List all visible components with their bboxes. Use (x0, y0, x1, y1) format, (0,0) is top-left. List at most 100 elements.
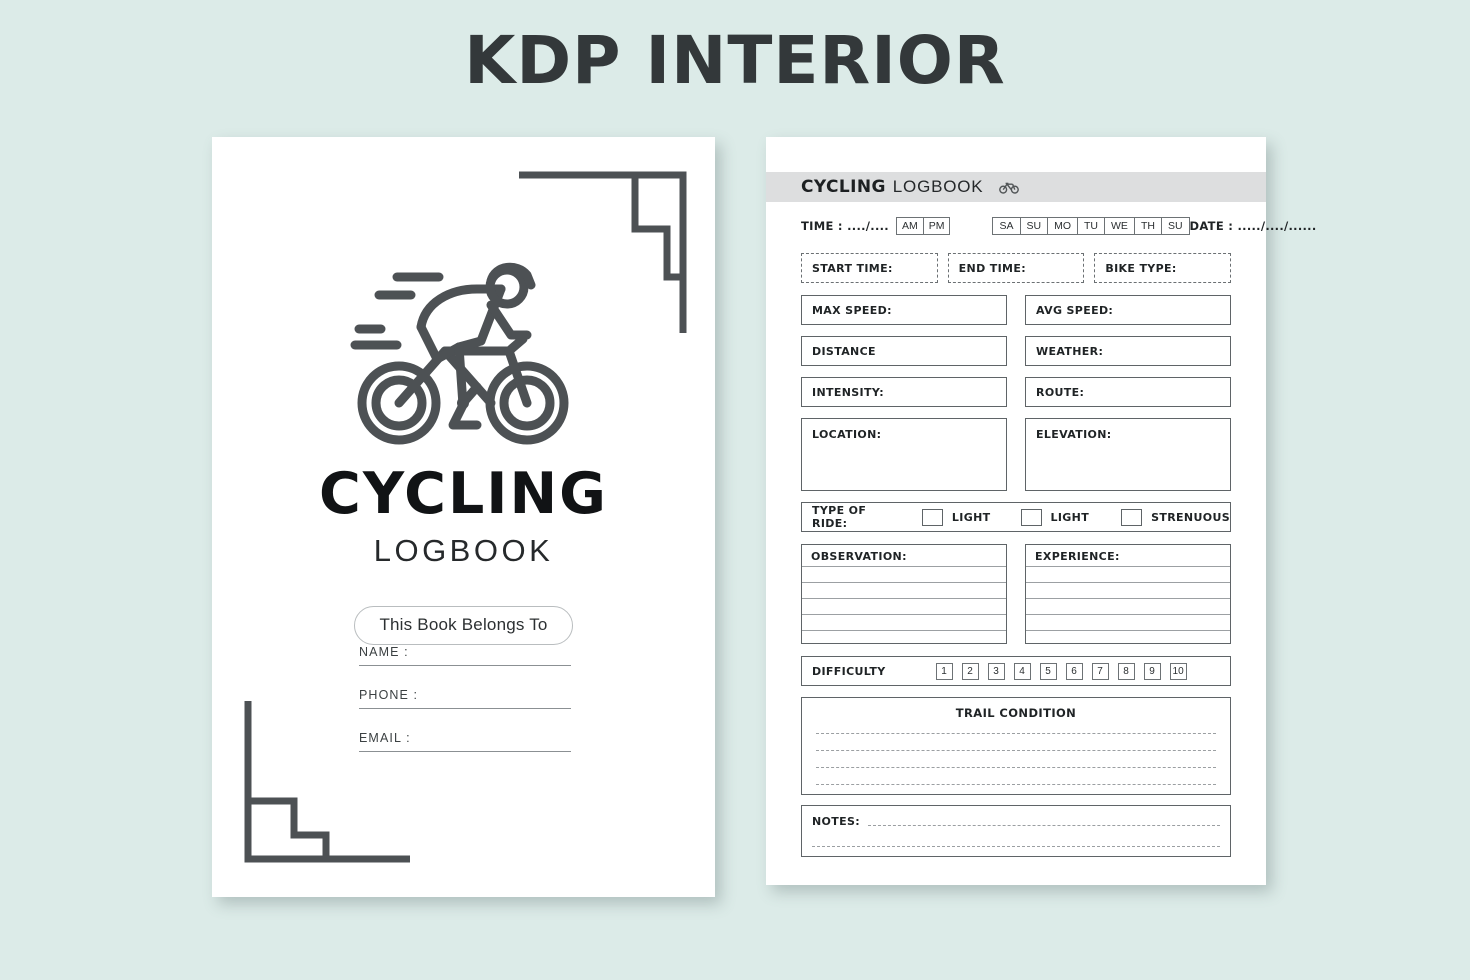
owner-field-name[interactable]: NAME : (359, 645, 571, 666)
field-label: MAX SPEED: (812, 303, 892, 317)
field-route[interactable]: ROUTE: (1025, 377, 1231, 407)
page-title: KDP INTERIOR (464, 22, 1006, 99)
field-label: START TIME: (812, 261, 893, 275)
banner: KDP INTERIOR (0, 0, 1470, 99)
ampm-group: AM PM (895, 216, 951, 236)
field-label: LOCATION: (812, 428, 882, 441)
dashed-write-line (812, 846, 1220, 847)
timeline-row: TIME : ..../.... AM PM SA SU MO TU WE TH… (801, 215, 1316, 237)
field-location[interactable]: LOCATION: (801, 418, 1007, 491)
field-label: AVG SPEED: (1036, 303, 1114, 317)
field-avg-speed[interactable]: AVG SPEED: (1025, 295, 1231, 325)
rule-line (802, 630, 1006, 631)
field-label: BIKE TYPE: (1105, 261, 1177, 275)
type-of-ride-option-2[interactable]: LIGHT (1020, 508, 1090, 526)
interior-header-title-light: LOGBOOK (892, 177, 984, 196)
field-bike-type[interactable]: BIKE TYPE: (1094, 253, 1232, 283)
field-distance[interactable]: DISTANCE (801, 336, 1007, 366)
difficulty-box-8[interactable]: 8 (1117, 662, 1135, 680)
type-of-ride-option-3[interactable]: STRENUOUS (1121, 508, 1230, 526)
rule-line (1026, 614, 1230, 615)
cover-title: CYCLING (319, 461, 608, 527)
checkbox-icon[interactable] (921, 508, 943, 526)
day-box-su2[interactable]: SU (1161, 216, 1190, 236)
difficulty-row: DIFFICULTY 1 2 3 4 5 6 7 8 9 10 (801, 656, 1231, 686)
difficulty-box-5[interactable]: 5 (1039, 662, 1057, 680)
owner-fields: NAME : PHONE : EMAIL : (359, 645, 571, 774)
owner-field-label: PHONE : (359, 688, 419, 702)
option-label: STRENUOUS (1151, 510, 1230, 524)
difficulty-label: DIFFICULTY (812, 664, 886, 678)
interior-body: TIME : ..../.... AM PM SA SU MO TU WE TH… (801, 215, 1316, 857)
difficulty-box-6[interactable]: 6 (1065, 662, 1083, 680)
difficulty-box-4[interactable]: 4 (1013, 662, 1031, 680)
cover-page: CYCLING LOGBOOK This Book Belongs To NAM… (212, 137, 715, 897)
rule-line (802, 598, 1006, 599)
difficulty-box-3[interactable]: 3 (987, 662, 1005, 680)
rule-line (802, 566, 1006, 567)
dashed-fields-row: START TIME: END TIME: BIKE TYPE: (801, 253, 1232, 283)
type-of-ride-option-1[interactable]: LIGHT (921, 508, 991, 526)
field-start-time[interactable]: START TIME: (801, 253, 938, 283)
checkbox-icon[interactable] (1020, 508, 1042, 526)
dashed-write-line (816, 733, 1216, 734)
field-row-intensity: INTENSITY: ROUTE: (801, 377, 1231, 407)
field-elevation[interactable]: ELEVATION: (1025, 418, 1231, 491)
day-box-su[interactable]: SU (1020, 216, 1049, 236)
owner-field-phone[interactable]: PHONE : (359, 688, 571, 709)
field-label: DISTANCE (812, 344, 876, 358)
day-box-th[interactable]: TH (1134, 216, 1162, 236)
cover-text-block: CYCLING LOGBOOK This Book Belongs To (212, 461, 715, 645)
difficulty-box-1[interactable]: 1 (935, 662, 953, 680)
trail-condition-box[interactable]: TRAIL CONDITION (801, 697, 1231, 795)
belongs-to-pill: This Book Belongs To (354, 605, 573, 645)
time-label: TIME : ..../.... (801, 219, 889, 233)
field-row-location: LOCATION: ELEVATION: (801, 418, 1231, 491)
field-weather[interactable]: WEATHER: (1025, 336, 1231, 366)
field-label: WEATHER: (1036, 344, 1104, 358)
field-intensity[interactable]: INTENSITY: (801, 377, 1007, 407)
ruled-fields-row: OBSERVATION: EXPERIENCE: (801, 544, 1231, 644)
date-label: DATE : ...../..../...... (1189, 219, 1317, 233)
rule-line (1026, 598, 1230, 599)
dashed-write-line (816, 767, 1216, 768)
field-label: ROUTE: (1036, 385, 1085, 399)
bicycle-icon (999, 180, 1020, 194)
owner-field-label: NAME : (359, 645, 409, 659)
notes-label: NOTES: (812, 815, 860, 828)
option-label: LIGHT (1050, 510, 1090, 524)
field-label: ELEVATION: (1036, 428, 1112, 441)
field-max-speed[interactable]: MAX SPEED: (801, 295, 1007, 325)
field-experience[interactable]: EXPERIENCE: (1025, 544, 1231, 644)
rule-line (1026, 630, 1230, 631)
notes-box[interactable]: NOTES: (801, 805, 1231, 857)
rule-line (802, 582, 1006, 583)
interior-page: CYCLING LOGBOOK TIME : ..../.... AM PM S… (766, 137, 1316, 885)
owner-field-email[interactable]: EMAIL : (359, 731, 571, 752)
difficulty-box-2[interactable]: 2 (961, 662, 979, 680)
day-box-tu[interactable]: TU (1078, 216, 1106, 236)
difficulty-box-7[interactable]: 7 (1091, 662, 1109, 680)
interior-header: CYCLING LOGBOOK (766, 172, 1266, 202)
day-box-sa[interactable]: SA (992, 216, 1021, 236)
rule-line (1026, 582, 1230, 583)
cyclist-illustration (212, 255, 715, 447)
day-box-we[interactable]: WE (1105, 216, 1135, 236)
ampm-box-pm[interactable]: PM (923, 216, 951, 236)
ampm-box-am[interactable]: AM (895, 216, 924, 236)
dashed-write-line (816, 784, 1216, 785)
day-box-mo[interactable]: MO (1048, 216, 1079, 236)
pages-container: CYCLING LOGBOOK This Book Belongs To NAM… (0, 137, 1470, 897)
difficulty-box-9[interactable]: 9 (1143, 662, 1161, 680)
rule-line (1026, 566, 1230, 567)
checkbox-icon[interactable] (1121, 508, 1143, 526)
owner-field-line (359, 751, 571, 752)
cyclist-icon (350, 262, 568, 445)
owner-field-line (359, 665, 571, 666)
field-label: INTENSITY: (812, 385, 884, 399)
field-end-time[interactable]: END TIME: (947, 253, 1085, 283)
difficulty-box-10[interactable]: 10 (1169, 662, 1187, 680)
field-label: EXPERIENCE: (1035, 550, 1124, 563)
type-of-ride-row: TYPE OF RIDE: LIGHT LIGHT STRENUOUS (801, 502, 1231, 532)
field-observation[interactable]: OBSERVATION: (801, 544, 1007, 644)
